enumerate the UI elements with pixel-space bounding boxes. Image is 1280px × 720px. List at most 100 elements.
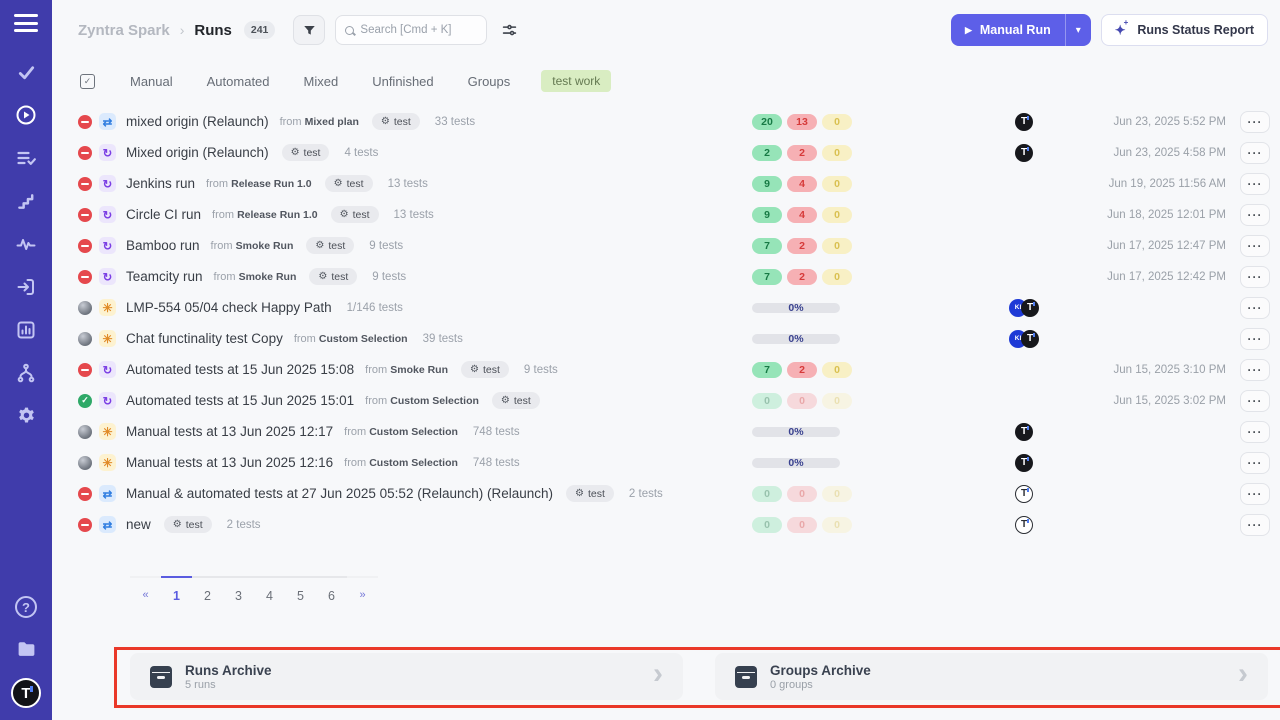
row-menu-button[interactable]: ··· bbox=[1240, 421, 1270, 443]
folder-icon[interactable] bbox=[14, 636, 38, 660]
pagination-page-2[interactable]: 2 bbox=[192, 576, 223, 603]
groups-archive-card[interactable]: Groups Archive0 groups› bbox=[715, 653, 1268, 700]
manual-run-button[interactable]: ▶ Manual Run bbox=[951, 14, 1065, 46]
filter-tag-test-work[interactable]: test work bbox=[541, 70, 611, 92]
run-name[interactable]: mixed origin (Relaunch) bbox=[126, 114, 269, 129]
run-type-manual-icon: ✳ bbox=[99, 423, 116, 440]
gear-icon: ⚙ bbox=[501, 395, 510, 406]
filter-button[interactable] bbox=[293, 15, 325, 45]
run-name[interactable]: Circle CI run bbox=[126, 207, 201, 222]
run-menu-cell: ··· bbox=[1226, 452, 1270, 474]
run-name[interactable]: Manual tests at 13 Jun 2025 12:16 bbox=[126, 455, 333, 470]
row-menu-button[interactable]: ··· bbox=[1240, 483, 1270, 505]
run-from-plan[interactable]: Custom Selection bbox=[319, 333, 408, 345]
run-row-left: ↻Circle CI runfrom Release Run 1.0⚙test1… bbox=[78, 206, 752, 223]
run-tests-count: 9 tests bbox=[369, 240, 403, 252]
list-check-icon[interactable] bbox=[14, 146, 38, 170]
run-from-plan[interactable]: Release Run 1.0 bbox=[237, 209, 318, 221]
tab-unfinished[interactable]: Unfinished bbox=[355, 72, 450, 91]
help-icon[interactable]: ? bbox=[15, 596, 37, 618]
run-name[interactable]: Jenkins run bbox=[126, 176, 195, 191]
row-menu-button[interactable]: ··· bbox=[1240, 111, 1270, 133]
tab-manual[interactable]: Manual bbox=[113, 72, 190, 91]
run-name[interactable]: Manual tests at 13 Jun 2025 12:17 bbox=[126, 424, 333, 439]
run-name[interactable]: Mixed origin (Relaunch) bbox=[126, 145, 269, 160]
play-icon: ▶ bbox=[965, 25, 972, 36]
run-name[interactable]: Bamboo run bbox=[126, 238, 200, 253]
row-menu-button[interactable]: ··· bbox=[1240, 142, 1270, 164]
run-from-plan[interactable]: Mixed plan bbox=[305, 116, 359, 128]
box-arrow-icon[interactable] bbox=[14, 275, 38, 299]
check-icon[interactable] bbox=[14, 60, 38, 84]
run-results: 000 bbox=[752, 393, 992, 409]
pagination-page-4[interactable]: 4 bbox=[254, 576, 285, 603]
activity-icon[interactable] bbox=[14, 232, 38, 256]
environment-badge-label: test bbox=[328, 240, 345, 252]
run-from: from Release Run 1.0 bbox=[212, 209, 318, 221]
runs-status-report-button[interactable]: ✦+ Runs Status Report bbox=[1101, 14, 1268, 46]
tab-groups[interactable]: Groups bbox=[451, 72, 528, 91]
manual-run-dropdown-button[interactable]: ▾ bbox=[1065, 14, 1091, 46]
pagination-page-3[interactable]: 3 bbox=[223, 576, 254, 603]
row-menu-button[interactable]: ··· bbox=[1240, 173, 1270, 195]
select-all-icon[interactable]: ✓ bbox=[80, 74, 95, 89]
row-menu-button[interactable]: ··· bbox=[1240, 204, 1270, 226]
row-menu-button[interactable]: ··· bbox=[1240, 266, 1270, 288]
run-from-plan[interactable]: Custom Selection bbox=[390, 395, 479, 407]
user-avatar[interactable]: T bbox=[11, 678, 41, 708]
run-type-automated-icon: ↻ bbox=[99, 268, 116, 285]
run-from-plan[interactable]: Smoke Run bbox=[239, 271, 297, 283]
run-from-plan[interactable]: Custom Selection bbox=[369, 426, 458, 438]
bar-chart-icon[interactable] bbox=[14, 318, 38, 342]
display-settings-button[interactable] bbox=[501, 22, 518, 39]
run-name[interactable]: Teamcity run bbox=[126, 269, 203, 284]
row-menu-button[interactable]: ··· bbox=[1240, 514, 1270, 536]
runs-list: ⇄mixed origin (Relaunch)from Mixed plan⚙… bbox=[52, 104, 1280, 540]
run-row-left: ↻Bamboo runfrom Smoke Run⚙test9 tests bbox=[78, 237, 752, 254]
hamburger-menu-icon[interactable] bbox=[14, 14, 38, 32]
progress-bar: 0% bbox=[752, 458, 840, 468]
status-stopped-icon bbox=[78, 208, 92, 222]
run-name[interactable]: Automated tests at 15 Jun 2025 15:08 bbox=[126, 362, 354, 377]
run-type-manual-icon: ✳ bbox=[99, 330, 116, 347]
gear-icon[interactable] bbox=[14, 404, 38, 428]
breadcrumb-project[interactable]: Zyntra Spark bbox=[78, 22, 170, 39]
pagination-prev[interactable]: « bbox=[130, 576, 161, 603]
run-type-manual-icon: ✳ bbox=[99, 299, 116, 316]
pagination-page-6[interactable]: 6 bbox=[316, 576, 347, 603]
run-name[interactable]: new bbox=[126, 517, 151, 532]
status-progress-icon bbox=[78, 301, 92, 315]
run-from-plan[interactable]: Custom Selection bbox=[369, 457, 458, 469]
pagination-page-1[interactable]: 1 bbox=[161, 576, 192, 603]
run-row-left: ✳Manual tests at 13 Jun 2025 12:16from C… bbox=[78, 454, 752, 471]
run-name[interactable]: Chat functinality test Copy bbox=[126, 331, 283, 346]
run-avatars: T bbox=[992, 485, 1056, 503]
passed-count-pill: 7 bbox=[752, 269, 782, 285]
row-menu-button[interactable]: ··· bbox=[1240, 359, 1270, 381]
search-input[interactable] bbox=[360, 24, 477, 36]
runs-archive-card[interactable]: Runs Archive5 runs› bbox=[130, 653, 683, 700]
steps-icon[interactable] bbox=[14, 189, 38, 213]
run-name[interactable]: LMP-554 05/04 check Happy Path bbox=[126, 300, 332, 315]
run-name[interactable]: Manual & automated tests at 27 Jun 2025 … bbox=[126, 486, 553, 501]
avatar: T bbox=[1021, 299, 1039, 317]
row-menu-button[interactable]: ··· bbox=[1240, 452, 1270, 474]
run-tests-count: 4 tests bbox=[344, 147, 378, 159]
environment-badge-label: test bbox=[304, 147, 321, 159]
pagination-page-5[interactable]: 5 bbox=[285, 576, 316, 603]
search-box[interactable] bbox=[335, 15, 487, 45]
run-from-plan[interactable]: Release Run 1.0 bbox=[231, 178, 312, 190]
run-name[interactable]: Automated tests at 15 Jun 2025 15:01 bbox=[126, 393, 354, 408]
row-menu-button[interactable]: ··· bbox=[1240, 328, 1270, 350]
row-menu-button[interactable]: ··· bbox=[1240, 235, 1270, 257]
row-menu-button[interactable]: ··· bbox=[1240, 390, 1270, 412]
run-from-plan[interactable]: Smoke Run bbox=[236, 240, 294, 252]
pagination-next[interactable]: » bbox=[347, 576, 378, 603]
tab-mixed[interactable]: Mixed bbox=[287, 72, 356, 91]
tab-automated[interactable]: Automated bbox=[190, 72, 287, 91]
failed-count-pill: 2 bbox=[787, 145, 817, 161]
run-from-plan[interactable]: Smoke Run bbox=[390, 364, 448, 376]
row-menu-button[interactable]: ··· bbox=[1240, 297, 1270, 319]
branch-icon[interactable] bbox=[14, 361, 38, 385]
play-circle-icon[interactable] bbox=[14, 103, 38, 127]
